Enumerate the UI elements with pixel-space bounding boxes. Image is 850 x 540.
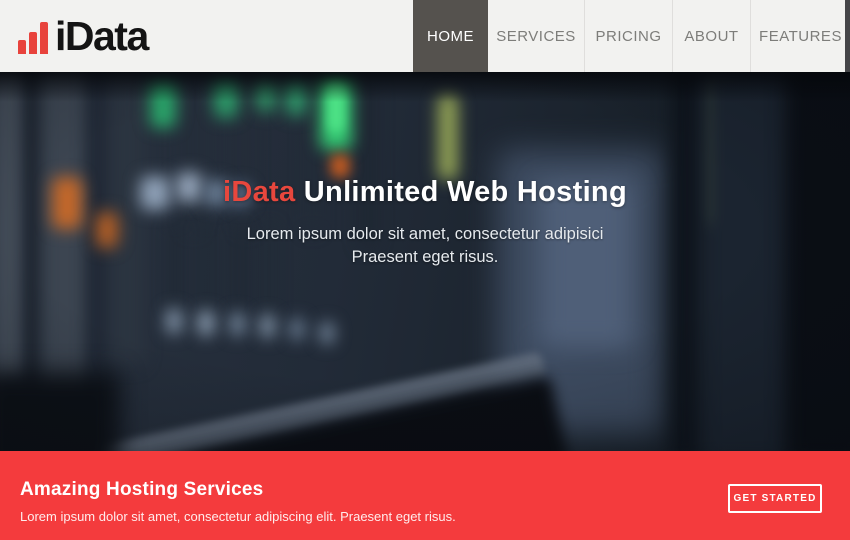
main-nav: HOME SERVICES PRICING ABOUT FEATURES <box>413 0 850 72</box>
nav-item-pricing[interactable]: PRICING <box>584 0 672 72</box>
nav-item-services[interactable]: SERVICES <box>488 0 584 72</box>
hero-title-highlight: iData <box>223 176 295 208</box>
cta-text: Lorem ipsum dolor sit amet, consectetur … <box>20 509 456 524</box>
get-started-button[interactable]: GET STARTED <box>728 484 822 513</box>
brand-logo[interactable]: iData <box>0 0 148 72</box>
hero-title: iData Unlimited Web Hosting <box>0 176 850 209</box>
nav-item-home[interactable]: HOME <box>413 0 488 72</box>
hero-section: iData Unlimited Web Hosting Lorem ipsum … <box>0 72 850 451</box>
browser-scrollbar[interactable] <box>845 0 850 72</box>
nav-item-about[interactable]: ABOUT <box>672 0 750 72</box>
cta-band: Amazing Hosting Services Lorem ipsum dol… <box>0 451 850 540</box>
hero-subtitle-line2: Praesent eget risus. <box>0 246 850 269</box>
nav-item-features[interactable]: FEATURES <box>750 0 850 72</box>
hero-subtitle-line1: Lorem ipsum dolor sit amet, consectetur … <box>0 223 850 246</box>
cta-heading: Amazing Hosting Services <box>20 479 263 501</box>
hero-text-block: iData Unlimited Web Hosting Lorem ipsum … <box>0 176 850 269</box>
hero-subtitle: Lorem ipsum dolor sit amet, consectetur … <box>0 223 850 269</box>
site-header: iData HOME SERVICES PRICING ABOUT FEATUR… <box>0 0 850 72</box>
brand-name: iData <box>55 16 148 57</box>
bar-chart-icon <box>18 18 48 54</box>
hero-title-rest: Unlimited Web Hosting <box>295 176 627 208</box>
